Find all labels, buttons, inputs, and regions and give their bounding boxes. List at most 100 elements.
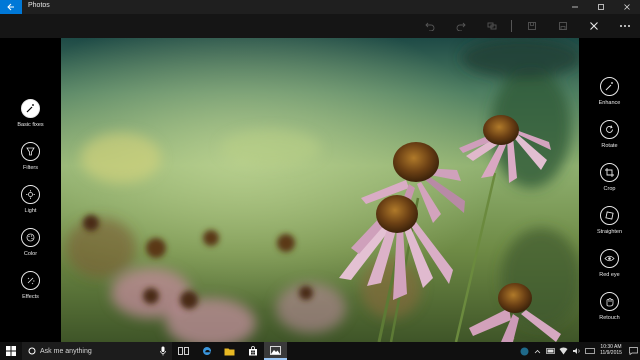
red-eye-circle: [600, 249, 619, 268]
title-bar: Photos: [0, 0, 640, 14]
save-copy-button[interactable]: [516, 14, 547, 38]
cortana-icon: [28, 347, 36, 355]
flower-photo: [61, 38, 579, 342]
tool-label: Color: [23, 251, 38, 257]
battery-icon: [545, 348, 555, 354]
tool-straighten[interactable]: Straighten: [579, 206, 640, 235]
tool-label: Rotate: [601, 143, 618, 149]
tool-effects[interactable]: Effects: [0, 271, 61, 300]
crop-circle: [600, 163, 619, 182]
windows-logo-icon: [6, 346, 16, 356]
edge-icon: [202, 346, 211, 355]
magic-wand-icon: [26, 104, 34, 113]
maximize-button[interactable]: [588, 0, 614, 14]
tool-light[interactable]: Light: [0, 185, 61, 214]
cancel-edit-button[interactable]: [578, 14, 609, 38]
color-circle: [21, 228, 40, 247]
maximize-icon: [598, 4, 604, 10]
color-palette-icon: [26, 233, 35, 242]
back-arrow-icon: [7, 3, 14, 11]
enhance-circle: [600, 77, 619, 96]
task-view-icon: [178, 347, 189, 355]
crop-icon: [605, 168, 614, 177]
file-explorer-app[interactable]: [218, 342, 241, 360]
right-edit-panel: Enhance Rotate Crop Straighten Red eye R…: [579, 38, 640, 342]
photos-app[interactable]: [264, 342, 287, 360]
retouch-circle: [600, 292, 619, 311]
store-app[interactable]: [241, 342, 264, 360]
volume-button[interactable]: [570, 342, 583, 360]
tool-retouch[interactable]: Retouch: [579, 292, 640, 321]
light-circle: [21, 185, 40, 204]
left-edit-panel: Basic fixes Filters Light Color Effects: [0, 38, 61, 342]
tool-label: Straighten: [596, 229, 623, 235]
microphone-icon[interactable]: [160, 346, 166, 356]
command-separator: [511, 20, 512, 32]
command-bar: [0, 14, 640, 38]
redo-icon: [456, 22, 466, 31]
close-icon: [624, 4, 630, 10]
notification-icon: [628, 347, 638, 355]
effects-icon: [27, 277, 35, 285]
tray-app-icon: [520, 347, 529, 355]
network-icon: [559, 347, 568, 355]
minimize-icon: [572, 6, 578, 8]
retouch-icon: [606, 298, 614, 307]
tool-label: Crop: [603, 186, 616, 192]
undo-icon: [424, 22, 434, 31]
close-icon: [589, 22, 598, 30]
more-icon: [619, 25, 630, 27]
red-eye-icon: [604, 255, 615, 262]
show-hidden-icons-button[interactable]: [531, 342, 544, 360]
minimize-button[interactable]: [562, 0, 588, 14]
filter-icon: [26, 147, 35, 156]
tool-enhance[interactable]: Enhance: [579, 77, 640, 106]
search-placeholder: Ask me anything: [40, 347, 92, 355]
tool-filters[interactable]: Filters: [0, 142, 61, 171]
store-icon: [248, 346, 257, 356]
more-options-button[interactable]: [609, 14, 640, 38]
tool-red-eye[interactable]: Red eye: [579, 249, 640, 278]
photo-canvas[interactable]: [61, 38, 579, 342]
language-button[interactable]: [583, 342, 596, 360]
tool-label: Filters: [23, 165, 38, 171]
tool-crop[interactable]: Crop: [579, 163, 640, 192]
tool-label: Retouch: [599, 315, 620, 321]
enhance-icon: [605, 82, 613, 91]
undo-button[interactable]: [414, 14, 445, 38]
chevron-up-icon: [534, 349, 541, 353]
tool-color[interactable]: Color: [0, 228, 61, 257]
tool-label: Enhance: [598, 100, 621, 106]
tool-rotate[interactable]: Rotate: [579, 120, 640, 149]
tool-label: Red eye: [599, 272, 620, 278]
tool-label: Basic fixes: [17, 122, 44, 128]
tool-label: Light: [24, 208, 37, 214]
back-button[interactable]: [0, 0, 22, 14]
start-button[interactable]: [0, 342, 22, 360]
clock[interactable]: 10:30 AM 11/9/2015: [596, 344, 626, 357]
task-view-button[interactable]: [172, 342, 195, 360]
edge-app[interactable]: [195, 342, 218, 360]
compare-icon: [487, 22, 496, 30]
compare-button[interactable]: [476, 14, 507, 38]
straighten-circle: [600, 206, 619, 225]
volume-icon: [573, 348, 580, 354]
action-center-button[interactable]: [626, 342, 640, 360]
rotate-circle: [600, 120, 619, 139]
save-button[interactable]: [547, 14, 578, 38]
cortana-search[interactable]: Ask me anything: [22, 342, 172, 360]
taskbar: Ask me anything 10:30 AM 11/9/2015: [0, 342, 640, 360]
keyboard-icon: [584, 348, 595, 354]
effects-circle: [21, 271, 40, 290]
photos-app-icon: [270, 345, 281, 355]
tray-app-button[interactable]: [518, 342, 531, 360]
straighten-icon: [605, 211, 614, 220]
rotate-icon: [606, 125, 613, 133]
copy-icon: [527, 22, 536, 30]
redo-button[interactable]: [445, 14, 476, 38]
close-window-button[interactable]: [614, 0, 640, 14]
network-button[interactable]: [557, 342, 570, 360]
save-icon: [558, 22, 567, 30]
tool-basic-fixes[interactable]: Basic fixes: [0, 99, 61, 128]
battery-button[interactable]: [544, 342, 557, 360]
